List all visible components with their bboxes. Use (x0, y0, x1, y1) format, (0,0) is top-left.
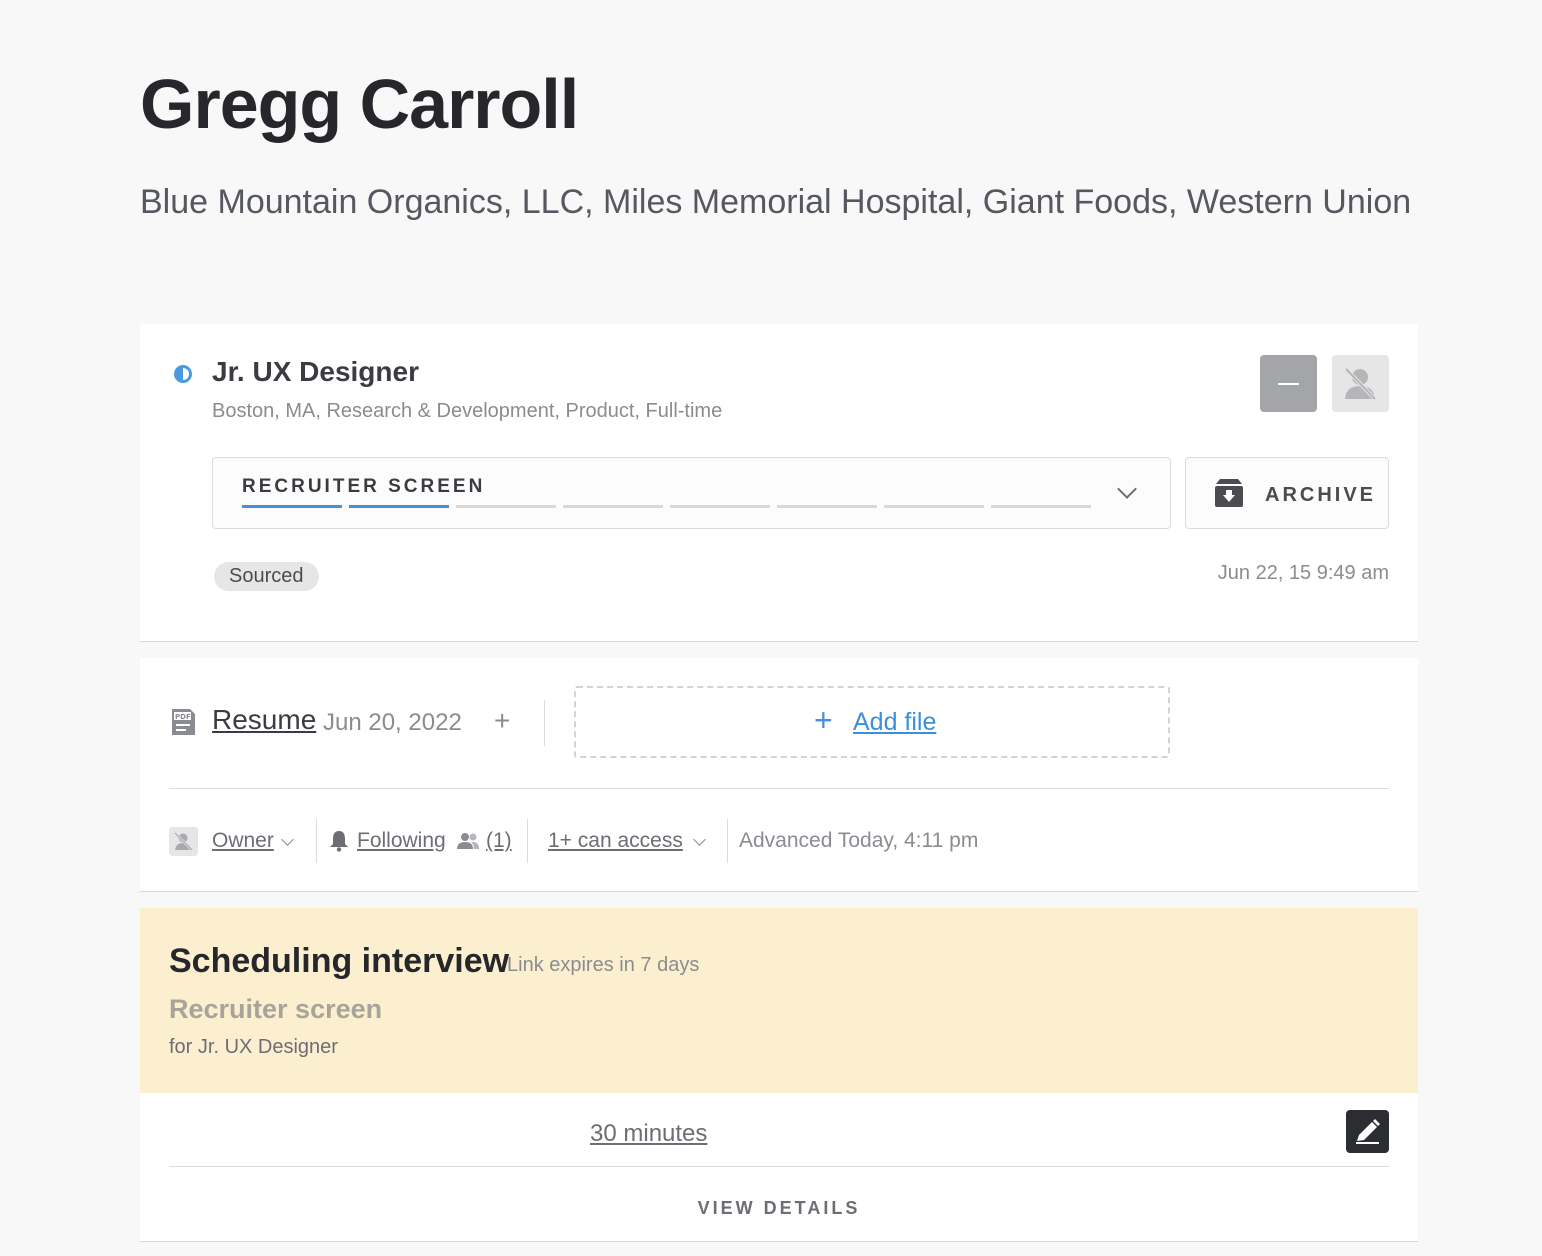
add-file-dropzone[interactable]: + Add file (574, 686, 1170, 758)
stage-segment (884, 505, 984, 508)
edit-pencil-icon (1356, 1119, 1380, 1144)
scheduling-banner: Scheduling interview Link expires in 7 d… (140, 908, 1418, 1093)
stage-segment (456, 505, 556, 508)
owner-dropdown[interactable]: Owner (212, 829, 274, 853)
stage-segment (349, 505, 449, 508)
divider (527, 819, 528, 863)
add-file-link[interactable]: Add file (853, 708, 936, 737)
stage-progress (242, 505, 1091, 508)
view-details-button[interactable]: VIEW DETAILS (140, 1198, 1418, 1219)
divider (169, 788, 1389, 789)
divider (727, 819, 728, 863)
interview-job: for Jr. UX Designer (169, 1036, 338, 1058)
access-dropdown[interactable]: 1+ can access (548, 829, 683, 853)
stage-segment (563, 505, 663, 508)
stage-segment (242, 505, 342, 508)
stage-segment (777, 505, 877, 508)
chevron-down-icon[interactable] (281, 833, 294, 846)
resume-link[interactable]: Resume (212, 704, 316, 736)
divider (544, 700, 545, 746)
files-card: PDF Resume Jun 20, 2022 + + Add file Own… (140, 658, 1418, 892)
archive-button[interactable]: ARCHIVE (1185, 457, 1389, 529)
scheduling-title: Scheduling interview (169, 942, 510, 980)
divider (316, 819, 317, 863)
candidate-name: Gregg Carroll (140, 65, 579, 143)
chevron-down-icon[interactable] (693, 833, 706, 846)
scheduling-card: Scheduling interview Link expires in 7 d… (140, 908, 1418, 1242)
candidate-companies: Blue Mountain Organics, LLC, Miles Memor… (140, 183, 1412, 221)
pdf-icon: PDF (172, 709, 195, 735)
stage-label: RECRUITER SCREEN (242, 476, 486, 497)
candidate-header: Gregg Carroll Blue Mountain Organics, LL… (140, 60, 1440, 222)
archive-label: ARCHIVE (1265, 484, 1377, 506)
status-dot-icon (174, 365, 192, 383)
plus-icon: + (814, 702, 833, 738)
job-meta: Boston, MA, Research & Development, Prod… (212, 400, 723, 422)
opportunity-card: Jr. UX Designer Boston, MA, Research & D… (140, 324, 1418, 642)
duration-link[interactable]: 30 minutes (590, 1120, 707, 1148)
divider (169, 1166, 1389, 1167)
chevron-down-icon (1117, 479, 1137, 499)
stage-select[interactable]: RECRUITER SCREEN (212, 457, 1171, 529)
bell-icon (330, 831, 348, 852)
source-tag[interactable]: Sourced (214, 562, 319, 591)
followers-count[interactable]: (1) (486, 829, 512, 853)
meta-row: Owner Following (1) 1+ can access Advanc… (169, 819, 1389, 864)
link-expiry: Link expires in 7 days (507, 954, 700, 976)
users-icon (457, 833, 479, 849)
collapse-button[interactable] (1260, 355, 1317, 412)
resume-date: Jun 20, 2022 (323, 709, 462, 736)
opportunity-timestamp: Jun 22, 15 9:49 am (1217, 562, 1389, 584)
interview-stage: Recruiter screen (169, 994, 383, 1024)
archive-box-icon (1215, 479, 1243, 507)
plus-icon[interactable]: + (494, 707, 510, 735)
owner-avatar[interactable] (169, 827, 198, 856)
stage-segment (670, 505, 770, 508)
job-title[interactable]: Jr. UX Designer (212, 356, 419, 388)
advanced-timestamp: Advanced Today, 4:11 pm (739, 829, 979, 852)
user-avatar-icon (174, 832, 193, 851)
stage-segment (991, 505, 1091, 508)
svg-text:PDF: PDF (175, 713, 191, 721)
assignee-avatar-button[interactable] (1332, 355, 1389, 412)
user-avatar-icon (1344, 367, 1377, 401)
following-toggle[interactable]: Following (357, 829, 446, 853)
edit-button[interactable] (1346, 1110, 1389, 1153)
